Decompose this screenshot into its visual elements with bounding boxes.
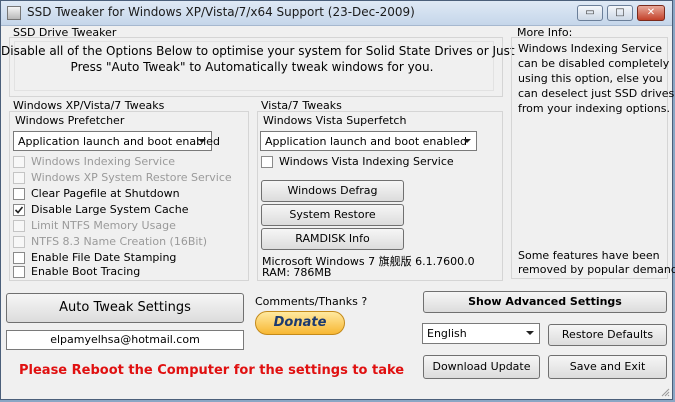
boot-tracing-label: Enable Boot Tracing: [31, 265, 141, 278]
superfetch-label: Windows Vista Superfetch: [263, 114, 407, 127]
ram-info: RAM: 786MB: [262, 266, 332, 279]
show-advanced-button[interactable]: Show Advanced Settings: [423, 291, 667, 313]
more-info-line: from your indexing options.: [518, 102, 670, 115]
limit-ntfs-memory-checkbox[interactable]: [13, 220, 25, 232]
system-restore-button[interactable]: System Restore: [261, 204, 404, 226]
ssd-instructions-line1: Disable all of the Options Below to opti…: [1, 44, 515, 58]
prefetcher-select[interactable]: Application launch and boot enabled: [13, 131, 220, 151]
vista-indexing-checkbox[interactable]: [261, 156, 273, 168]
comments-label: Comments/Thanks ?: [255, 295, 368, 308]
boot-tracing-checkbox[interactable]: [13, 266, 25, 278]
chevron-down-icon: [463, 139, 471, 143]
language-select[interactable]: English: [422, 323, 540, 344]
windows-defrag-button[interactable]: Windows Defrag: [261, 180, 404, 202]
more-info-line: using this option, else you: [518, 72, 663, 85]
save-and-exit-button[interactable]: Save and Exit: [548, 355, 667, 379]
ntfs-83-name-checkbox[interactable]: [13, 236, 25, 248]
ssd-instructions-line2: Press "Auto Tweak" to Automatically twea…: [70, 60, 434, 74]
close-button[interactable]: ✕: [637, 5, 665, 21]
language-value: English: [427, 327, 467, 340]
indexing-service-label: Windows Indexing Service: [31, 155, 176, 168]
clear-pagefile-checkbox[interactable]: [13, 188, 25, 200]
donate-button[interactable]: Donate: [255, 311, 345, 335]
superfetch-value: Application launch and boot enabled: [265, 135, 467, 148]
app-icon: [7, 6, 21, 20]
minimize-button[interactable]: ▭: [577, 5, 603, 21]
more-info-line: can be disabled completely: [518, 57, 670, 70]
xp-system-restore-checkbox[interactable]: [13, 172, 25, 184]
ramdisk-info-button[interactable]: RAMDISK Info: [261, 228, 404, 250]
prefetcher-value: Application launch and boot enabled: [18, 135, 220, 148]
email-field[interactable]: elpamyelhsa@hotmail.com: [6, 330, 244, 350]
more-info-footer-line: removed by popular demand.: [518, 263, 675, 276]
disable-large-cache-label: Disable Large System Cache: [31, 203, 189, 216]
checkmark-icon: [14, 206, 24, 214]
more-info-footer-line: Some features have been: [518, 249, 660, 262]
app-window: SSD Tweaker for Windows XP/Vista/7/x64 S…: [0, 0, 675, 400]
maximize-button[interactable]: □: [607, 5, 633, 21]
file-date-stamping-checkbox[interactable]: [13, 252, 25, 264]
superfetch-select[interactable]: Application launch and boot enabled: [260, 131, 477, 151]
limit-ntfs-memory-label: Limit NTFS Memory Usage: [31, 219, 176, 232]
more-info-line: can deselect just SSD drives: [518, 87, 675, 100]
xp-system-restore-label: Windows XP System Restore Service: [31, 171, 232, 184]
chevron-down-icon: [198, 139, 206, 143]
more-info-line: Windows Indexing Service: [518, 42, 663, 55]
clear-pagefile-label: Clear Pagefile at Shutdown: [31, 187, 180, 200]
indexing-service-checkbox[interactable]: [13, 156, 25, 168]
prefetcher-label: Windows Prefetcher: [15, 114, 125, 127]
auto-tweak-button[interactable]: Auto Tweak Settings: [6, 293, 244, 323]
file-date-stamping-label: Enable File Date Stamping: [31, 251, 177, 264]
window-title: SSD Tweaker for Windows XP/Vista/7/x64 S…: [27, 5, 415, 19]
download-update-button[interactable]: Download Update: [423, 355, 540, 379]
restore-defaults-button[interactable]: Restore Defaults: [548, 324, 667, 346]
title-bar[interactable]: SSD Tweaker for Windows XP/Vista/7/x64 S…: [1, 1, 672, 26]
disable-large-cache-checkbox[interactable]: [13, 204, 25, 216]
vista-indexing-label: Windows Vista Indexing Service: [279, 155, 454, 168]
chevron-down-icon: [526, 331, 534, 335]
resize-grip-icon[interactable]: [660, 387, 670, 397]
reboot-message: Please Reboot the Computer for the setti…: [19, 363, 405, 378]
ntfs-83-name-label: NTFS 8.3 Name Creation (16Bit): [31, 235, 208, 248]
